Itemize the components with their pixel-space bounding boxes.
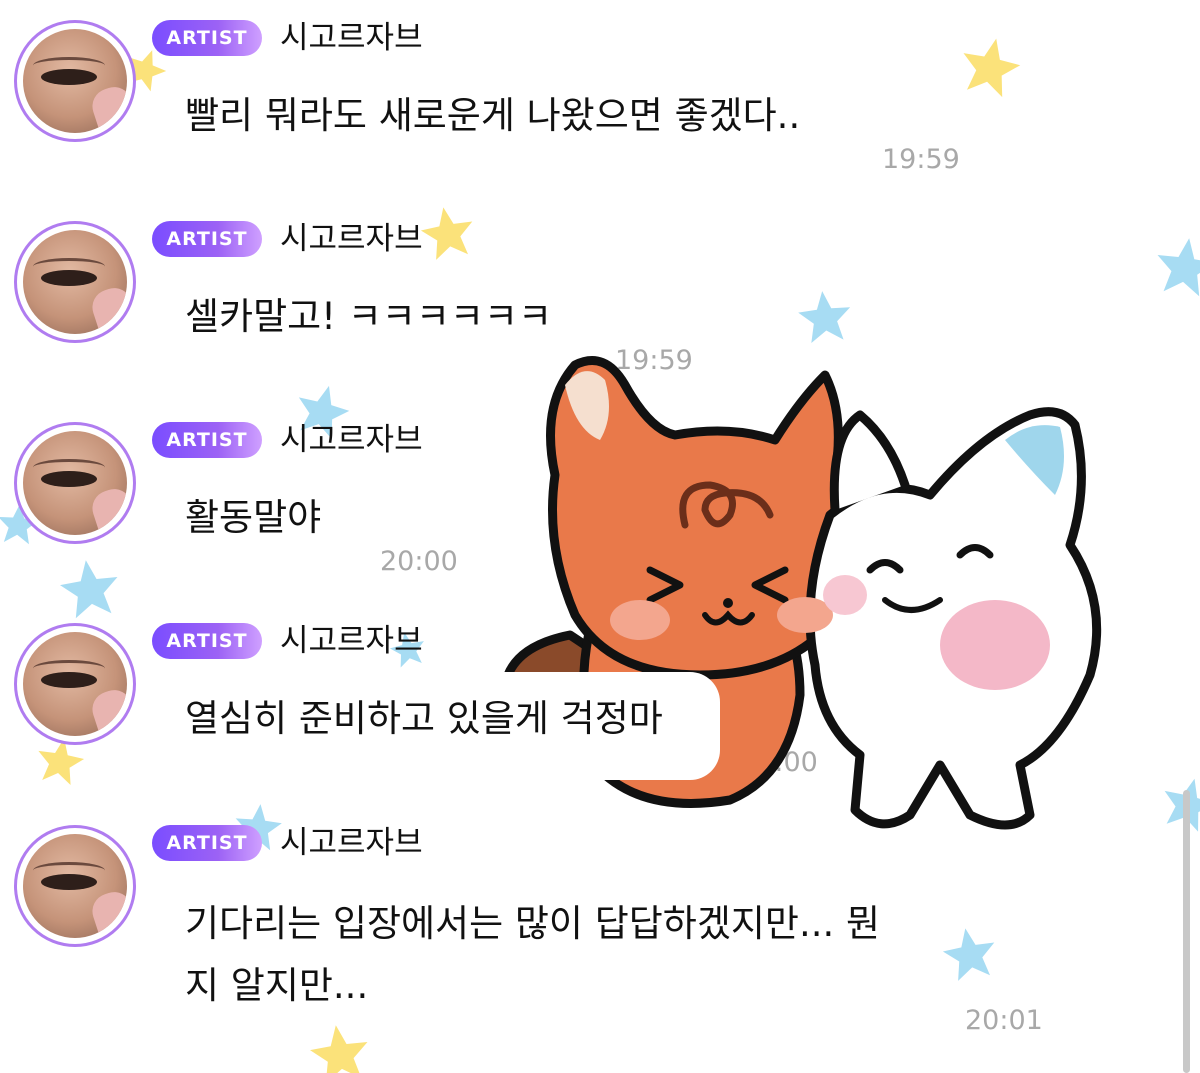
chat-message: ARTIST 시고르자브 빨리 뭐라도 새로운게 나왔으면 좋겠다.. 19:5… (0, 0, 1200, 200)
sender-name: 시고르자브 (280, 221, 423, 257)
message-text[interactable]: 셀카말고! ㅋㅋㅋㅋㅋㅋ (185, 289, 552, 345)
sender-name: 시고르자브 (280, 20, 423, 56)
chat-message: ARTIST 시고르자브 기다리는 입장에서는 많이 답답하겠지만... 뭔 지… (0, 805, 1200, 1073)
message-time: 19:59 (882, 144, 960, 175)
scrollbar[interactable] (1183, 790, 1190, 1073)
message-line: 열심히 준비하고 있을게 걱정마 (185, 697, 663, 740)
avatar[interactable] (14, 422, 136, 544)
artist-badge: ARTIST (152, 20, 262, 56)
message-line: 빨리 뭐라도 새로운게 나왔으면 좋겠다.. (185, 94, 801, 137)
artist-badge: ARTIST (152, 623, 262, 659)
message-time: 20:00 (380, 546, 458, 577)
avatar[interactable] (14, 825, 136, 947)
message-time: 20:01 (965, 1005, 1043, 1036)
message-text[interactable]: 빨리 뭐라도 새로운게 나왔으면 좋겠다.. (185, 88, 800, 144)
message-text[interactable]: 활동말야 (185, 490, 321, 546)
avatar[interactable] (14, 221, 136, 343)
avatar[interactable] (14, 20, 136, 142)
sender-name: 시고르자브 (280, 422, 423, 458)
sender-name: 시고르자브 (280, 825, 423, 861)
chat-message: ARTIST 시고르자브 열심히 준비하고 있을게 걱정마 (0, 603, 1200, 803)
message-line: 기다리는 입장에서는 많이 답답하겠지만... 뭔 (185, 902, 881, 945)
message-line: 활동말야 (185, 496, 322, 539)
artist-badge: ARTIST (152, 221, 262, 257)
artist-badge: ARTIST (152, 825, 262, 861)
sender-name: 시고르자브 (280, 623, 423, 659)
message-text[interactable]: 기다리는 입장에서는 많이 답답하겠지만... 뭔 지 알지만... (185, 893, 880, 1017)
message-text[interactable]: 열심히 준비하고 있을게 걱정마 (185, 691, 663, 747)
artist-badge: ARTIST (152, 422, 262, 458)
message-line: 셀카말고! ㅋㅋㅋㅋㅋㅋ (185, 295, 552, 338)
message-line: 지 알지만... (185, 964, 369, 1007)
avatar[interactable] (14, 623, 136, 745)
